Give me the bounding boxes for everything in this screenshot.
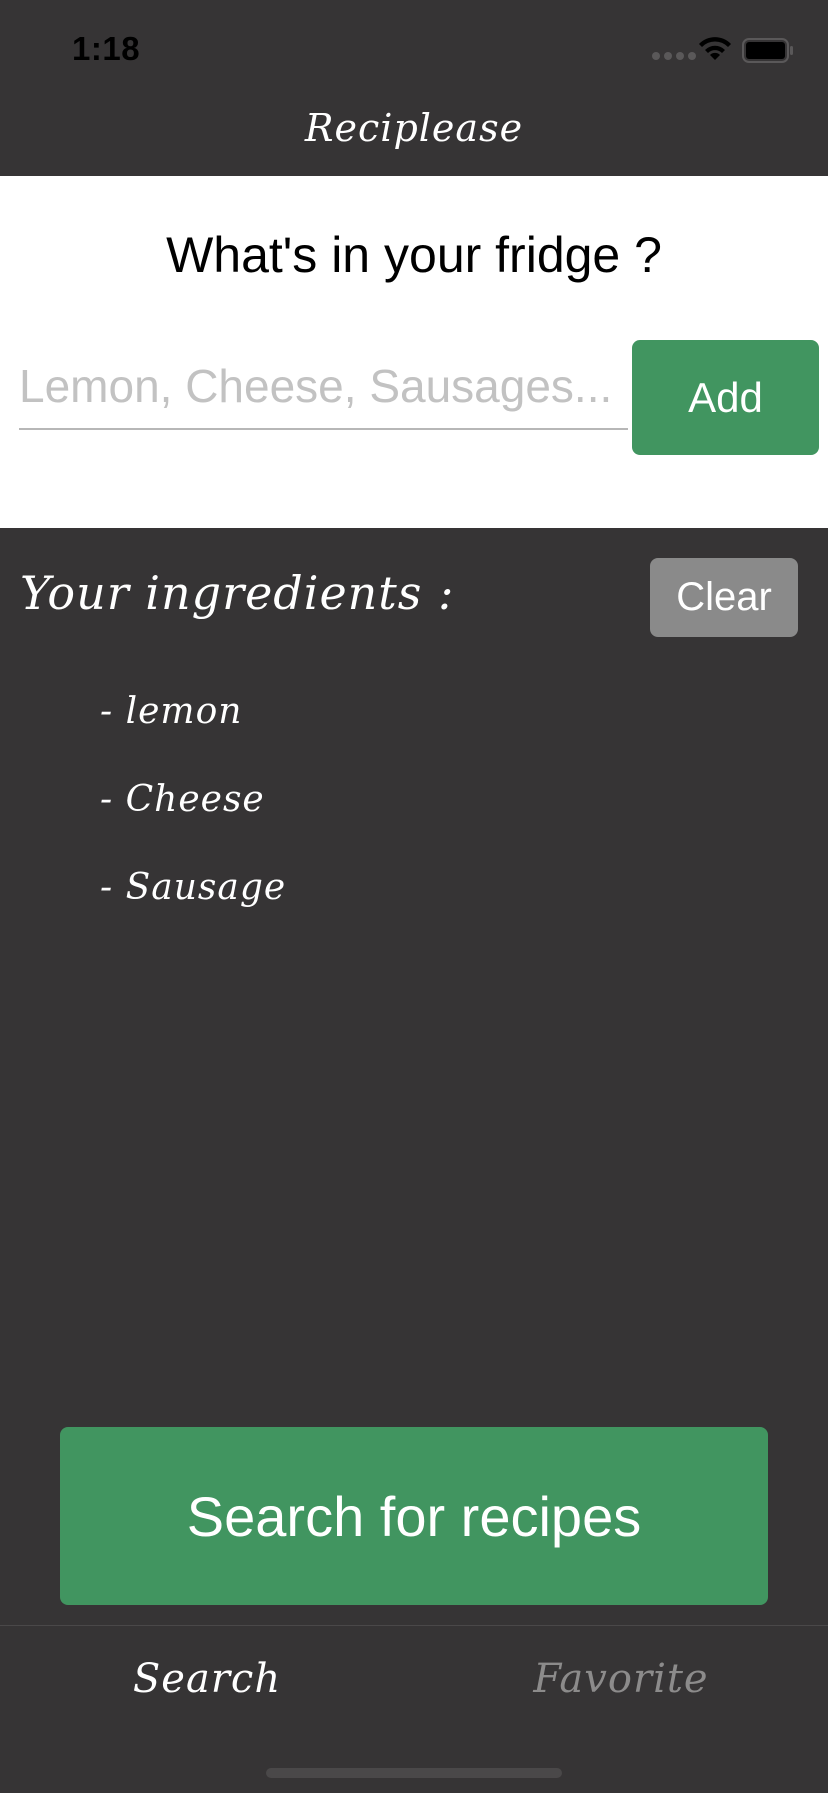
navigation-bar: Reciplease: [0, 98, 828, 176]
battery-icon: [742, 38, 793, 63]
ingredients-header: Your ingredients :: [20, 566, 455, 620]
home-indicator: [266, 1768, 562, 1778]
add-button[interactable]: Add: [632, 340, 819, 455]
app-title: Reciplease: [304, 106, 524, 150]
clear-button[interactable]: Clear: [650, 558, 798, 637]
ingredient-list: - lemon - Cheese - Sausage: [100, 682, 286, 946]
tab-search[interactable]: Search: [0, 1656, 414, 1702]
tab-bar: Search Favorite: [0, 1625, 828, 1793]
ingredient-item: - lemon: [100, 691, 243, 732]
wifi-icon: [699, 37, 731, 60]
status-bar: 1:18: [0, 0, 828, 98]
status-time: 1:18: [72, 30, 141, 67]
ingredient-input[interactable]: [19, 344, 628, 430]
fridge-question: What's in your fridge ?: [166, 227, 662, 283]
signal-icon: [652, 52, 696, 60]
ingredient-item: - Cheese: [100, 779, 265, 820]
ingredient-item: - Sausage: [100, 867, 287, 908]
fridge-panel: What's in your fridge ? Add: [0, 176, 828, 528]
search-recipes-button[interactable]: Search for recipes: [60, 1427, 768, 1605]
tab-favorite[interactable]: Favorite: [414, 1656, 828, 1702]
